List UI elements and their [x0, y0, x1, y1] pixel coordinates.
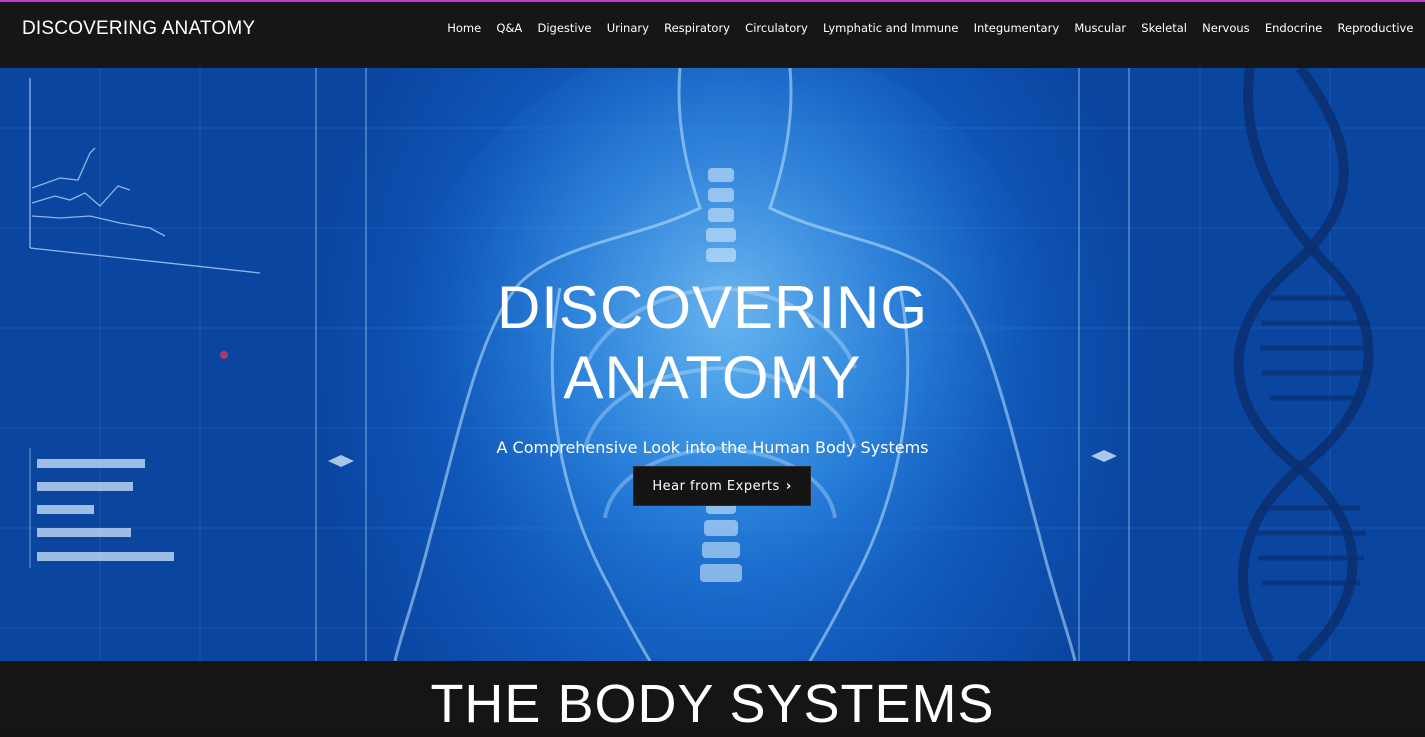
nav-item-respiratory[interactable]: Respiratory: [657, 21, 738, 35]
nav-item-endocrine[interactable]: Endocrine: [1257, 21, 1330, 35]
body-systems-section: THE BODY SYSTEMS: [0, 661, 1425, 734]
hero-subtitle: A Comprehensive Look into the Human Body…: [496, 438, 929, 457]
nav-item-qa[interactable]: Q&A: [489, 21, 530, 35]
cta-label: Hear from Experts: [652, 478, 780, 494]
chevron-right-icon: ›: [785, 478, 792, 494]
nav-item-lymphatic-immune[interactable]: Lymphatic and Immune: [815, 21, 966, 35]
main-nav: Home Q&A Digestive Urinary Respiratory C…: [440, 21, 1421, 35]
hero-title-line-2: ANATOMY: [563, 344, 862, 411]
nav-item-reproductive[interactable]: Reproductive: [1330, 21, 1421, 35]
hero-title: DISCOVERING ANATOMY: [0, 273, 1425, 413]
site-header: DISCOVERING ANATOMY Home Q&A Digestive U…: [0, 2, 1425, 68]
nav-item-circulatory[interactable]: Circulatory: [738, 21, 816, 35]
nav-item-skeletal[interactable]: Skeletal: [1134, 21, 1195, 35]
nav-item-urinary[interactable]: Urinary: [599, 21, 656, 35]
section-heading: THE BODY SYSTEMS: [430, 674, 995, 734]
nav-item-digestive[interactable]: Digestive: [530, 21, 599, 35]
nav-item-muscular[interactable]: Muscular: [1067, 21, 1134, 35]
nav-item-nervous[interactable]: Nervous: [1195, 21, 1258, 35]
hero-title-line-1: DISCOVERING: [496, 274, 929, 341]
site-logo[interactable]: DISCOVERING ANATOMY: [22, 18, 255, 40]
hear-from-experts-button[interactable]: Hear from Experts ›: [633, 466, 811, 506]
nav-item-integumentary[interactable]: Integumentary: [966, 21, 1067, 35]
nav-item-home[interactable]: Home: [440, 21, 489, 35]
hero-section: DISCOVERING ANATOMY A Comprehensive Look…: [0, 68, 1425, 661]
